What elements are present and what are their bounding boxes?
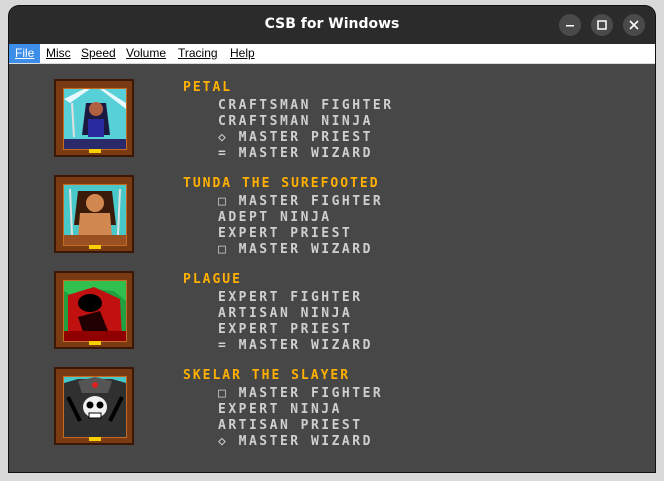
menu-speed[interactable]: Speed (75, 44, 122, 63)
maximize-icon (597, 20, 607, 30)
close-button[interactable] (623, 14, 645, 36)
minimize-button[interactable] (559, 14, 581, 36)
skill-line: EXPERT PRIEST (218, 322, 353, 337)
champion-portrait-skelar[interactable] (54, 367, 138, 449)
menu-file[interactable]: File (9, 44, 41, 63)
champion-name: PETAL (183, 80, 233, 95)
portrait-stand (89, 149, 101, 153)
menu-misc[interactable]: Misc (40, 44, 77, 63)
skill-line: □ MASTER FIGHTER (218, 194, 384, 209)
champion-image (63, 184, 127, 246)
skill-line: ◇ MASTER WIZARD (218, 434, 373, 449)
title-bar[interactable]: CSB for Windows (9, 6, 655, 44)
skill-line: CRAFTSMAN FIGHTER (218, 98, 394, 113)
portrait-stand (89, 245, 101, 249)
menu-volume[interactable]: Volume (120, 44, 172, 63)
skill-line: ARTISAN NINJA (218, 306, 353, 321)
champion-portrait-petal[interactable] (54, 79, 138, 161)
champion-name: SKELAR THE SLAYER (183, 368, 351, 383)
menu-file-label: File (15, 46, 35, 60)
menu-help[interactable]: Help (224, 44, 261, 63)
champion-name: TUNDA THE SUREFOOTED (183, 176, 380, 191)
menu-bar: File Misc Speed Volume Tracing Help (9, 44, 655, 64)
game-screen[interactable]: PETAL CRAFTSMAN FIGHTER CRAFTSMAN NINJA … (9, 64, 655, 472)
champion-image (63, 280, 127, 342)
menu-speed-label: Speed (81, 46, 116, 60)
menu-misc-label: Misc (46, 46, 71, 60)
skill-line: EXPERT FIGHTER (218, 290, 363, 305)
champion-image (63, 376, 127, 438)
close-icon (629, 20, 639, 30)
champion-name: PLAGUE (183, 272, 242, 287)
skill-line: = MASTER WIZARD (218, 338, 373, 353)
menu-tracing-label: Tracing (178, 46, 218, 60)
menu-volume-label: Volume (126, 46, 167, 60)
menu-tracing[interactable]: Tracing (172, 44, 224, 63)
skill-line: ADEPT NINJA (218, 210, 332, 225)
portrait-stand (89, 341, 101, 345)
skill-line: ARTISAN PRIEST (218, 418, 363, 433)
skill-line: CRAFTSMAN NINJA (218, 114, 373, 129)
minimize-icon (566, 25, 574, 27)
app-window: CSB for Windows File Misc Speed Volume T… (9, 6, 655, 472)
portrait-stand (89, 437, 101, 441)
skill-line: EXPERT NINJA (218, 402, 342, 417)
skill-line: = MASTER WIZARD (218, 146, 373, 161)
skill-line: EXPERT PRIEST (218, 226, 353, 241)
maximize-button[interactable] (591, 14, 613, 36)
skill-line: □ MASTER WIZARD (218, 242, 373, 257)
skill-line: ◇ MASTER PRIEST (218, 130, 373, 145)
champion-portrait-plague[interactable] (54, 271, 138, 353)
champion-portrait-tunda[interactable] (54, 175, 138, 257)
champion-image (63, 88, 127, 150)
menu-help-label: Help (230, 46, 255, 60)
skill-line: □ MASTER FIGHTER (218, 386, 384, 401)
